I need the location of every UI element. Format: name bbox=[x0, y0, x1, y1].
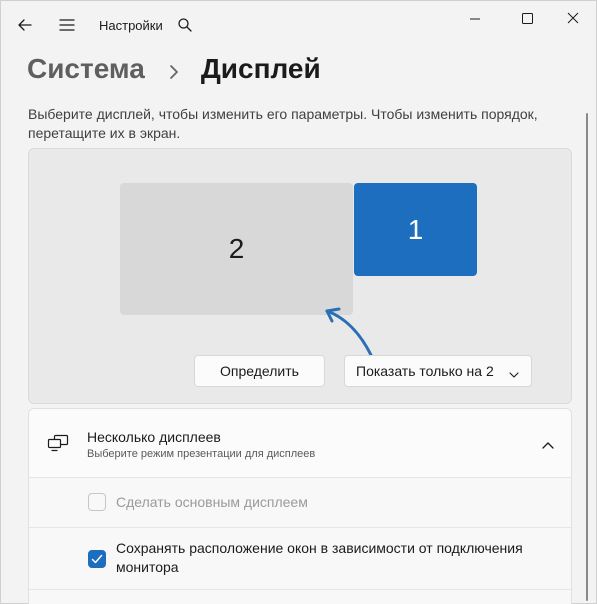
display-instructions: Выберите дисплей, чтобы изменить его пар… bbox=[28, 106, 538, 141]
multiple-displays-subtitle: Выберите режим презентации для дисплеев bbox=[87, 448, 316, 460]
breadcrumb-parent[interactable]: Система bbox=[27, 53, 145, 85]
make-main-display-label: Сделать основным дисплеем bbox=[116, 494, 308, 510]
next-row bbox=[29, 589, 571, 604]
make-main-display-checkbox[interactable] bbox=[88, 493, 106, 511]
multiple-displays-header[interactable]: Несколько дисплеев Выберите режим презен… bbox=[29, 409, 571, 477]
monitor-1-label: 1 bbox=[407, 213, 424, 245]
close-icon[interactable] bbox=[553, 9, 593, 29]
identify-button[interactable]: Определить bbox=[194, 355, 325, 387]
hamburger-menu-icon[interactable] bbox=[57, 15, 77, 35]
maximize-icon[interactable] bbox=[507, 9, 547, 29]
breadcrumb: Система Дисплей bbox=[27, 49, 321, 89]
multiple-displays-title: Несколько дисплеев bbox=[87, 429, 221, 445]
monitor-2[interactable]: 2 bbox=[120, 183, 353, 315]
page-title: Дисплей bbox=[200, 53, 321, 84]
remember-window-locations-row: Сохранять расположение окон в зависимост… bbox=[29, 527, 571, 590]
display-mode-dropdown[interactable]: Показать только на 2 bbox=[344, 355, 532, 387]
search-icon[interactable] bbox=[177, 17, 193, 33]
checkmark-icon bbox=[91, 554, 103, 564]
monitor-2-label: 2 bbox=[228, 233, 245, 264]
multiple-monitors-icon bbox=[47, 434, 69, 452]
chevron-right-icon bbox=[163, 58, 185, 80]
multiple-displays-section: Несколько дисплеев Выберите режим презен… bbox=[28, 408, 572, 604]
monitor-1[interactable]: 1 bbox=[354, 183, 477, 276]
settings-window: Настройки Система Дисплей Выберите диспл… bbox=[0, 0, 597, 604]
annotation-arrow bbox=[325, 307, 373, 357]
remember-window-locations-checkbox[interactable] bbox=[88, 550, 106, 568]
identify-button-label: Определить bbox=[220, 363, 299, 379]
app-title: Настройки bbox=[99, 18, 163, 33]
chevron-down-icon bbox=[509, 367, 519, 378]
scrollbar[interactable] bbox=[586, 113, 588, 601]
chevron-up-icon[interactable] bbox=[541, 437, 555, 449]
make-main-display-row: Сделать основным дисплеем bbox=[29, 477, 571, 528]
title-bar: Настройки bbox=[1, 1, 596, 49]
back-arrow-icon[interactable] bbox=[15, 15, 35, 35]
remember-window-locations-label: Сохранять расположение окон в зависимост… bbox=[116, 540, 523, 575]
display-arrangement-panel: 2 1 Определить Показать только на 2 bbox=[28, 148, 572, 404]
minimize-icon[interactable] bbox=[455, 9, 495, 29]
display-mode-value: Показать только на 2 bbox=[356, 363, 494, 379]
